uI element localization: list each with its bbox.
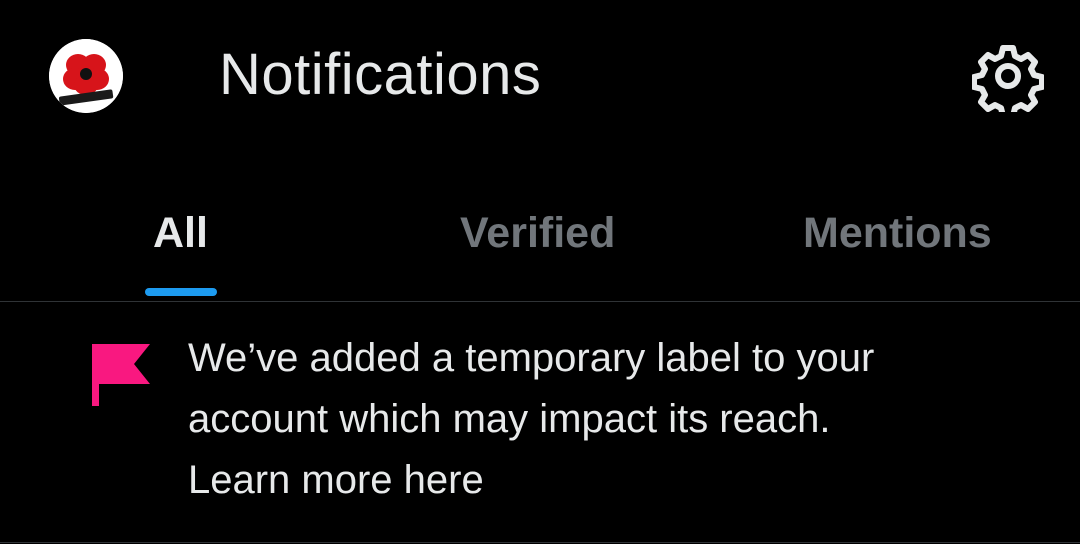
tab-label: All (153, 209, 208, 257)
tab-label: Verified (460, 209, 616, 257)
notice-line-2: account which may impact its reach. (188, 397, 831, 441)
flag-icon (92, 344, 152, 406)
selected-tab-indicator (145, 288, 217, 296)
page-title: Notifications (219, 42, 542, 107)
poppy-avatar-icon (49, 39, 123, 113)
notice-line-1: We’ve added a temporary label to your (188, 336, 875, 380)
account-label-notice[interactable]: We’ve added a temporary label to your ac… (0, 302, 1080, 543)
gear-icon (972, 45, 1044, 112)
tab-mentions[interactable]: Mentions (720, 170, 1080, 300)
tab-label: Mentions (803, 209, 992, 257)
learn-more-link[interactable]: Learn more here (188, 458, 484, 502)
tab-all[interactable]: All (0, 170, 360, 300)
top-bar: Notifications (0, 0, 1080, 150)
profile-avatar[interactable] (49, 39, 123, 113)
tab-verified[interactable]: Verified (360, 170, 720, 300)
notice-message: We’ve added a temporary label to your ac… (188, 328, 1048, 511)
notification-tabs: All Verified Mentions (0, 170, 1080, 302)
settings-button[interactable] (972, 40, 1044, 112)
